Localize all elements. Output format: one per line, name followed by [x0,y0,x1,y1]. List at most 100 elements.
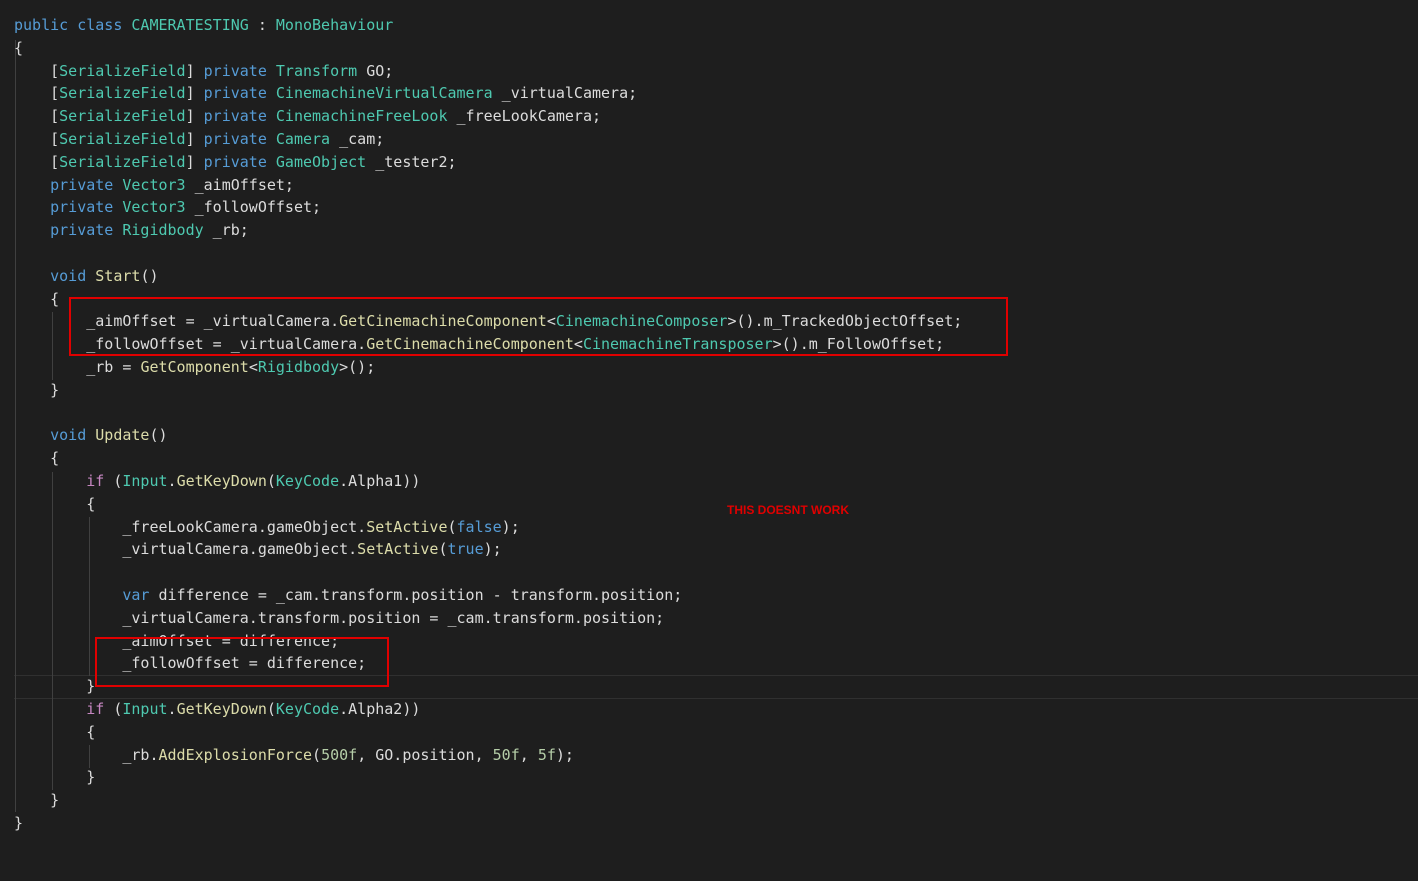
code-line[interactable]: public class CAMERATESTING : MonoBehavio… [14,14,1418,37]
code-token: Update [95,426,150,445]
code-token: ); [555,745,574,764]
code-line[interactable]: } [14,766,1418,789]
code-line[interactable]: if (Input.GetKeyDown(KeyCode.Alpha2)) [14,698,1418,721]
code-line[interactable]: { [14,37,1418,60]
code-token: ] [185,152,204,171]
code-line[interactable]: { [14,288,1418,311]
code-token: GetKeyDown [176,472,267,490]
code-line[interactable]: private Vector3 _followOffset; [14,196,1418,219]
code-line[interactable]: _aimOffset = _virtualCamera.GetCinemachi… [14,310,1418,333]
code-line[interactable]: private Vector3 _aimOffset; [14,174,1418,197]
code-line[interactable]: } [14,675,1418,698]
code-token: GetCinemachineComponent [339,312,547,331]
code-token: { [14,449,60,468]
code-line[interactable]: _freeLookCamera.gameObject.SetActive(fal… [14,516,1418,539]
code-editor[interactable]: public class CAMERATESTING : MonoBehavio… [0,0,1418,881]
code-token: _followOffset; [185,198,322,217]
code-line[interactable]: [SerializeField] private CinemachineVirt… [14,82,1418,105]
code-token: private [203,107,267,126]
code-token: ] [185,130,204,148]
code-line[interactable]: var difference = _cam.transform.position… [14,584,1418,607]
code-token: GameObject [275,152,367,171]
code-token: _cam; [330,130,385,148]
code-token: m_TrackedObjectOffset; [763,312,963,331]
code-line[interactable] [14,561,1418,584]
code-token: , [519,745,538,764]
code-token: private [50,198,114,217]
code-token: ] [185,107,204,126]
code-token: SerializeField [59,130,186,148]
code-token: Input [122,472,168,490]
code-line[interactable]: { [14,447,1418,470]
code-token: () [140,266,159,285]
code-line[interactable]: _followOffset = difference; [14,652,1418,675]
code-token: SetActive [357,540,439,559]
code-token: Vector3 [122,175,186,194]
code-token: . [167,700,177,718]
code-line[interactable]: void Start() [14,265,1418,288]
code-token: _aimOffset = difference; [14,631,340,650]
code-line[interactable]: _virtualCamera.transform.position = _cam… [14,607,1418,630]
code-token: _aimOffset; [185,175,294,194]
code-token: < [248,358,258,376]
code-token: [ [14,61,60,80]
code-line[interactable]: private Rigidbody _rb; [14,219,1418,242]
code-token: CAMERATESTING [131,16,249,34]
code-token: _aimOffset = _virtualCamera. [14,312,340,331]
code-token: { [14,494,96,513]
code-token: >(). [727,312,764,331]
code-line[interactable]: [SerializeField] private GameObject _tes… [14,151,1418,174]
code-line[interactable]: [SerializeField] private Transform GO; [14,60,1418,83]
code-line[interactable]: _virtualCamera.gameObject.SetActive(true… [14,538,1418,561]
code-token: Rigidbody [122,221,204,240]
code-token: CinemachineTransposer [582,335,773,354]
code-token: CinemachineVirtualCamera [275,84,493,103]
code-token: SerializeField [59,84,186,103]
code-line[interactable]: { [14,721,1418,744]
code-token: { [14,38,24,57]
code-line[interactable]: _followOffset = _virtualCamera.GetCinema… [14,333,1418,356]
code-line[interactable]: _rb = GetComponent<Rigidbody>(); [14,356,1418,379]
code-line[interactable]: } [14,379,1418,402]
code-token: _freeLookCamera; [447,107,602,126]
code-line[interactable]: _aimOffset = difference; [14,630,1418,653]
code-line[interactable]: [SerializeField] private Camera _cam; [14,128,1418,151]
code-token: ] [185,61,204,80]
code-line[interactable]: } [14,789,1418,812]
code-token: } [14,768,96,787]
code-token: difference = _cam.transform.position - t… [149,586,683,604]
code-token: ( [447,517,457,536]
code-token: ] [185,84,204,103]
code-line[interactable]: { [14,493,1418,516]
code-line[interactable]: if (Input.GetKeyDown(KeyCode.Alpha1)) [14,470,1418,493]
code-token: private [50,221,114,240]
code-token: m_FollowOffset; [808,335,945,354]
code-token: MonoBehaviour [275,16,394,34]
code-token: ( [266,472,276,490]
code-line[interactable]: [SerializeField] private CinemachineFree… [14,105,1418,128]
code-token: void [50,426,87,445]
code-token: var [122,586,150,604]
code-token: 5f [537,745,556,764]
code-token: ); [483,540,502,559]
code-token: private [203,152,267,171]
code-line[interactable] [14,242,1418,265]
code-line[interactable]: _rb.AddExplosionForce(500f, GO.position,… [14,744,1418,767]
code-line[interactable]: void Update() [14,424,1418,447]
code-token: [ [14,107,60,126]
code-line[interactable] [14,402,1418,425]
code-token: _tester2; [366,152,457,171]
code-token: GetCinemachineComponent [366,335,574,354]
code-token: { [14,722,96,741]
code-line[interactable]: } [14,812,1418,835]
code-token: AddExplosionForce [158,745,313,764]
